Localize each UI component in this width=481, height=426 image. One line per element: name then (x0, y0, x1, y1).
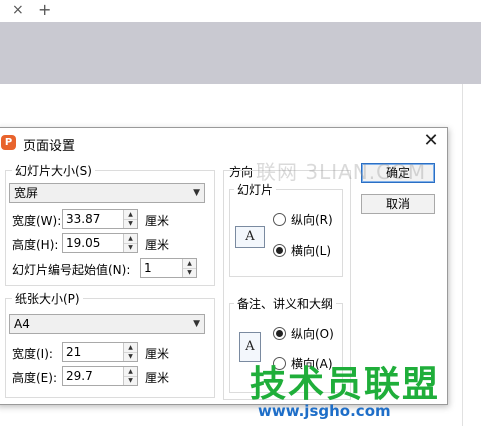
spin-down-icon[interactable]: ▼ (124, 376, 137, 385)
spin-down-icon[interactable]: ▼ (124, 352, 137, 361)
notes-portrait-radio[interactable] (273, 327, 286, 340)
notes-portrait-label: 纵向(O) (291, 327, 334, 341)
slide-size-legend: 幻灯片大小(S) (12, 162, 95, 179)
paper-height-input[interactable]: 29.7 ▲ ▼ (62, 366, 138, 386)
paper-width-value: 21 (66, 345, 82, 359)
paper-height-label: 高度(E): (12, 371, 57, 385)
new-tab-icon[interactable]: + (38, 0, 51, 19)
slide-width-label: 宽度(W): (12, 214, 62, 228)
slide-size-select[interactable]: 宽屏 ▼ (9, 183, 205, 203)
toolbar-area (0, 22, 481, 84)
paper-size-selected: A4 (14, 317, 30, 331)
dropdown-arrow-icon: ▼ (193, 319, 200, 329)
slide-size-selected: 宽屏 (14, 186, 39, 200)
close-icon[interactable]: ✕ (421, 131, 441, 151)
slide-start-number-value: 1 (144, 261, 152, 275)
spin-down-icon[interactable]: ▼ (124, 243, 137, 252)
slide-width-input[interactable]: 33.87 ▲ ▼ (62, 209, 138, 229)
paper-height-unit: 厘米 (145, 371, 170, 385)
tab-close-icon[interactable]: × (12, 2, 24, 18)
site-watermark: 联网 3LIAN.COM (256, 160, 427, 184)
brand-watermark: 技术员联盟 (250, 364, 441, 405)
document-edge (462, 84, 463, 426)
slide-width-unit: 厘米 (145, 214, 170, 228)
landscape-page-icon: A (235, 226, 265, 248)
dialog-titlebar: P 页面设置 ✕ (0, 128, 447, 158)
slide-height-unit: 厘米 (145, 238, 170, 252)
cancel-button[interactable]: 取消 (361, 194, 435, 214)
paper-size-legend: 纸张大小(P) (12, 290, 83, 307)
notes-orientation-legend: 备注、讲义和大纲 (234, 295, 337, 312)
dropdown-arrow-icon: ▼ (193, 188, 200, 198)
slide-height-input[interactable]: 19.05 ▲ ▼ (62, 233, 138, 253)
dialog-title: 页面设置 (23, 139, 76, 154)
spin-down-icon[interactable]: ▼ (183, 268, 196, 277)
slide-height-label: 高度(H): (12, 238, 59, 252)
spin-down-icon[interactable]: ▼ (124, 219, 137, 228)
slide-portrait-radio[interactable] (273, 213, 286, 226)
tab-strip: × + (0, 0, 481, 23)
paper-size-select[interactable]: A4 ▼ (9, 314, 205, 334)
slide-height-value: 19.05 (66, 236, 101, 250)
slide-portrait-label: 纵向(R) (291, 213, 333, 227)
paper-width-input[interactable]: 21 ▲ ▼ (62, 342, 138, 362)
slide-landscape-label: 横向(L) (291, 244, 332, 258)
slide-landscape-radio[interactable] (273, 244, 286, 257)
paper-width-label: 宽度(I): (12, 347, 53, 361)
paper-width-unit: 厘米 (145, 347, 170, 361)
slide-start-number-label: 幻灯片编号起始值(N): (12, 263, 131, 277)
slide-start-number-input[interactable]: 1 ▲ ▼ (140, 258, 197, 278)
wps-presentation-logo-icon: P (1, 135, 16, 150)
slide-width-value: 33.87 (66, 212, 101, 226)
url-watermark: www.jsgho.com (258, 402, 391, 420)
paper-height-value: 29.7 (66, 369, 93, 383)
